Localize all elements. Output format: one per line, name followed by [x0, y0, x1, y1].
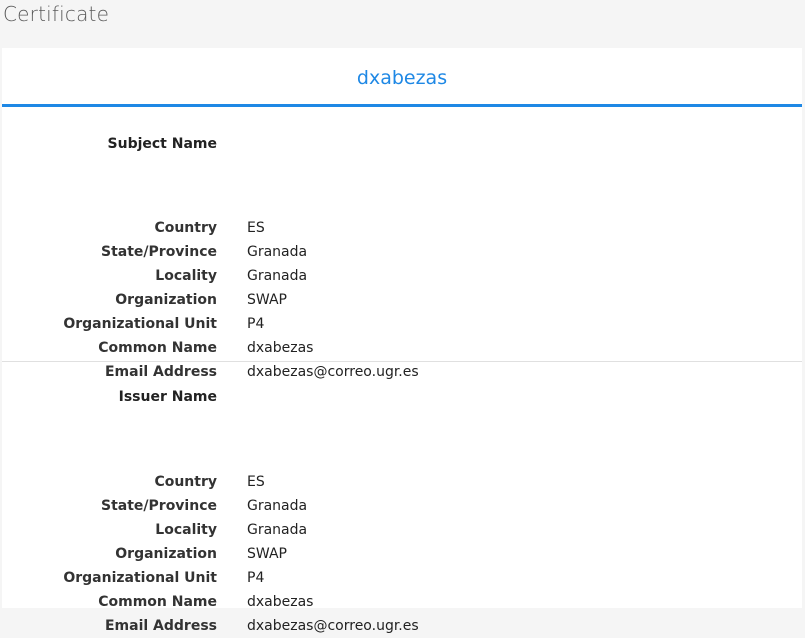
tab-certificate-name[interactable]: dxabezas: [357, 67, 447, 89]
issuer-field-row: Common Name dxabezas: [2, 590, 802, 614]
subject-organization-label: Organization: [115, 292, 217, 308]
issuer-field-row: State/Province Granada: [2, 494, 802, 518]
issuer-common-name-label: Common Name: [98, 594, 217, 610]
subject-org-unit-value: P4: [247, 316, 265, 332]
tab-header: dxabezas: [2, 48, 802, 107]
issuer-field-row: Organization SWAP: [2, 542, 802, 566]
issuer-country-value: ES: [247, 474, 265, 490]
issuer-locality-value: Granada: [247, 522, 308, 538]
subject-name-section: Subject Name Country ES State/Province G…: [2, 107, 802, 380]
certificate-card: dxabezas Subject Name Country ES State/P…: [2, 48, 802, 634]
subject-field-row: Organization SWAP: [2, 288, 802, 312]
subject-organization-value: SWAP: [247, 292, 287, 308]
subject-state-label: State/Province: [101, 244, 217, 260]
issuer-organization-value: SWAP: [247, 546, 287, 562]
subject-field-row: Organizational Unit P4: [2, 312, 802, 336]
subject-common-name-label: Common Name: [98, 340, 217, 356]
page-title: Certificate: [3, 2, 110, 26]
issuer-name-heading: Issuer Name: [118, 389, 217, 405]
issuer-org-unit-value: P4: [247, 570, 265, 586]
subject-country-label: Country: [154, 220, 217, 236]
subject-state-value: Granada: [247, 244, 308, 260]
issuer-state-label: State/Province: [101, 498, 217, 514]
subject-country-value: ES: [247, 220, 265, 236]
issuer-email-label: Email Address: [104, 618, 217, 634]
issuer-email-value: dxabezas@correo.ugr.es: [247, 618, 419, 634]
issuer-field-row: Organizational Unit P4: [2, 566, 802, 590]
issuer-locality-label: Locality: [155, 522, 217, 538]
issuer-org-unit-label: Organizational Unit: [63, 570, 217, 586]
subject-org-unit-label: Organizational Unit: [63, 316, 217, 332]
subject-locality-label: Locality: [155, 268, 217, 284]
subject-locality-value: Granada: [247, 268, 308, 284]
subject-name-heading: Subject Name: [107, 136, 217, 152]
issuer-country-label: Country: [154, 474, 217, 490]
subject-field-row: Common Name dxabezas: [2, 336, 802, 360]
issuer-state-value: Granada: [247, 498, 308, 514]
subject-field-row: Locality Granada: [2, 264, 802, 288]
issuer-field-row: Country ES: [2, 470, 802, 494]
issuer-organization-label: Organization: [115, 546, 217, 562]
subject-field-row: Country ES: [2, 216, 802, 240]
issuer-common-name-value: dxabezas: [247, 594, 314, 610]
issuer-name-section: Issuer Name Country ES State/Province Gr…: [2, 362, 802, 634]
issuer-field-row: Locality Granada: [2, 518, 802, 542]
subject-common-name-value: dxabezas: [247, 340, 314, 356]
issuer-field-row: Email Address dxabezas@correo.ugr.es: [2, 614, 802, 638]
subject-field-row: State/Province Granada: [2, 240, 802, 264]
